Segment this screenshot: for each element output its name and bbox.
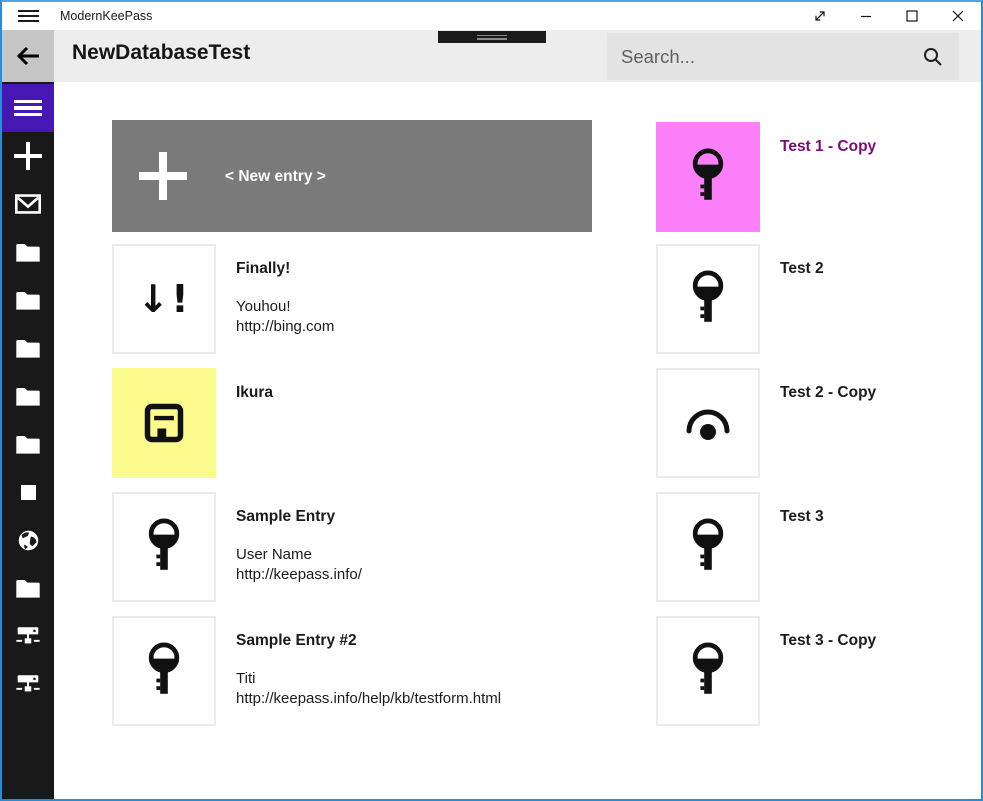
back-button[interactable] [2,30,54,82]
entry-row-finally[interactable]: ↓! Finally! Youhou! http://bing.com [112,244,602,354]
network-drive-icon [15,674,41,694]
diagonal-resize-icon [813,9,827,23]
sidebar-item-folder-group[interactable] [2,564,54,612]
key-icon [145,642,183,700]
sidebar-item-internet-group[interactable] [2,516,54,564]
sidebar-item-folder-group[interactable] [2,276,54,324]
floppy-disk-icon [142,401,186,445]
entry-row-test2-copy[interactable]: Test 2 - Copy [656,368,976,478]
folder-icon [15,386,41,407]
maximize-button[interactable] [889,2,935,30]
folder-icon [15,242,41,263]
entry-row-test3-copy[interactable]: Test 3 - Copy [656,616,976,726]
entry-url: http://keepass.info/help/kb/testform.htm… [236,690,501,707]
plus-icon [13,141,43,171]
sidebar-item-folder-group[interactable] [2,324,54,372]
key-icon [145,518,183,576]
sidebar-item-folder-group[interactable] [2,228,54,276]
new-entry-label: < New entry > [225,168,326,186]
entry-row-test3[interactable]: Test 3 [656,492,976,602]
entry-icon-tile [656,492,760,602]
sidebar-item-folder-group[interactable] [2,372,54,420]
close-icon [952,10,964,22]
square-icon [21,485,36,500]
app-title: ModernKeePass [60,9,152,23]
app-window: ModernKeePass [0,0,983,801]
window-controls [797,2,981,30]
folder-icon [15,338,41,359]
entry-title: Test 3 [780,508,983,526]
folder-icon [15,434,41,455]
search-input[interactable] [621,33,901,80]
entry-title: Finally! [236,260,636,278]
entry-icon-tile [656,616,760,726]
entry-row-test2[interactable]: Test 2 [656,244,976,354]
entry-icon-tile [656,244,760,354]
entry-icon-tile [656,122,760,232]
entry-row-sample-entry-2[interactable]: Sample Entry #2 Titi http://keepass.info… [112,616,602,726]
minimize-button[interactable] [843,2,889,30]
page-header: NewDatabaseTest [2,30,981,82]
key-icon [689,148,727,206]
entry-title: Test 2 [780,260,983,278]
sidebar-item-mail-group[interactable] [2,180,54,228]
sidebar-item-folder-group[interactable] [2,420,54,468]
search-icon [923,47,943,67]
entry-icon-tile [656,368,760,478]
folder-icon [15,290,41,311]
entry-row-sample-entry[interactable]: Sample Entry User Name http://keepass.in… [112,492,602,602]
command-bar-more-handle[interactable] [438,31,546,43]
back-arrow-icon [15,45,41,67]
new-entry-tile[interactable]: < New entry > [112,120,592,232]
minimize-icon [860,10,872,22]
sidebar-item-square-group[interactable] [2,468,54,516]
entry-icon-tile: ↓! [112,244,216,354]
entry-row-test1-copy[interactable]: Test 1 - Copy [656,122,976,232]
page-title: NewDatabaseTest [72,41,250,65]
entry-title: Test 1 - Copy [780,138,983,156]
plus-icon [139,152,187,200]
entry-icon-tile [112,616,216,726]
arc-dot-icon [683,403,733,443]
search-button[interactable] [913,33,953,80]
key-icon [689,518,727,576]
sidebar-item-add[interactable] [2,132,54,180]
fullscreen-button[interactable] [797,2,843,30]
key-icon [689,642,727,700]
sidebar [2,82,54,799]
sidebar-item-network-group[interactable] [2,660,54,708]
search-box [607,33,959,80]
entry-icon-tile [112,492,216,602]
entry-url: http://keepass.info/ [236,566,362,583]
download-important-icon: ↓! [137,280,190,318]
entry-notes: Youhou! [236,298,291,315]
mail-icon [15,194,41,214]
entry-notes: Titi [236,670,255,687]
hamburger-icon [14,100,42,104]
titlebar-hamburger-icon[interactable] [18,10,39,22]
entry-notes: User Name [236,546,312,563]
entry-grid: < New entry > ↓! Finally! Youhou! http:/… [54,82,981,799]
entry-url: http://bing.com [236,318,334,335]
titlebar: ModernKeePass [2,2,981,30]
sidebar-menu-toggle[interactable] [2,84,54,132]
entry-title: Test 3 - Copy [780,632,983,650]
entry-row-ikura[interactable]: Ikura [112,368,602,478]
entry-title: Ikura [236,384,636,402]
key-icon [689,270,727,328]
entry-title: Sample Entry [236,508,636,526]
entry-icon-tile [112,368,216,478]
sidebar-item-network-group[interactable] [2,612,54,660]
globe-icon [17,529,40,552]
maximize-icon [906,10,918,22]
close-button[interactable] [935,2,981,30]
network-drive-icon [15,626,41,646]
folder-icon [15,578,41,599]
entry-title: Test 2 - Copy [780,384,983,402]
entry-title: Sample Entry #2 [236,632,636,650]
